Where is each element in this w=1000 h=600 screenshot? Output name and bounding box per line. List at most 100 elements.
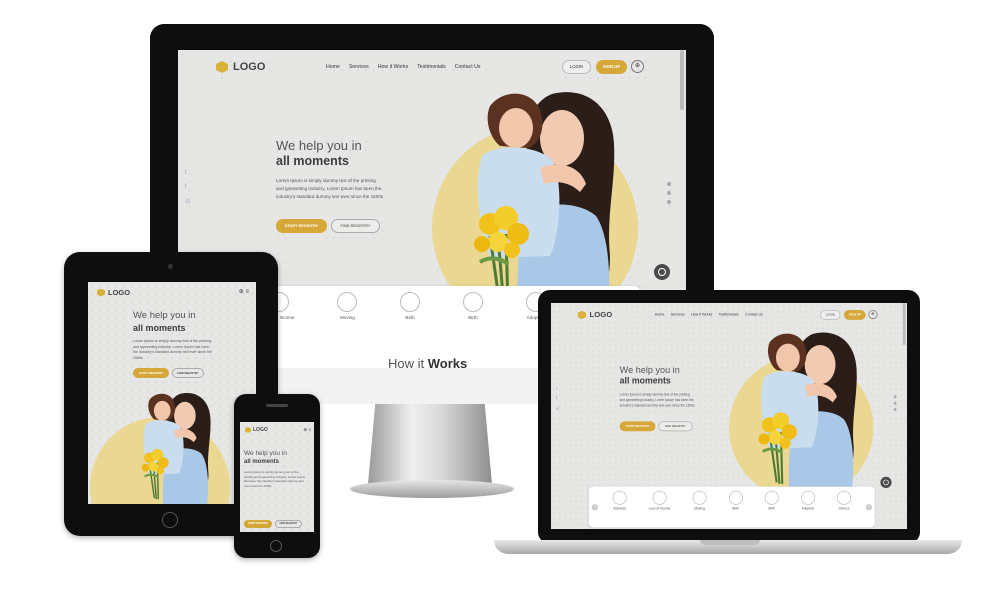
nav-contact-us[interactable]: Contact Us bbox=[745, 313, 763, 317]
website-phone: LOGO ⊕ ≡ We help you in all moments Lore… bbox=[240, 422, 314, 532]
service-item[interactable]: Birth bbox=[462, 292, 483, 320]
login-button[interactable]: LOGIN bbox=[820, 310, 841, 320]
hero-title-line1: We help you in bbox=[619, 364, 680, 376]
slider-pager bbox=[667, 182, 671, 204]
find-registry-button[interactable]: FIND REGISTRY bbox=[658, 421, 693, 432]
nav-testimonials[interactable]: Testimonials bbox=[719, 313, 739, 317]
how-it-works-heading: How it Works bbox=[388, 356, 468, 371]
pager-dot[interactable] bbox=[893, 401, 897, 405]
baby-icon bbox=[462, 292, 483, 312]
adoption-icon bbox=[800, 490, 815, 505]
signup-button[interactable]: SIGN UP bbox=[843, 310, 866, 320]
hamburger-icon[interactable]: ⊕ ≡ bbox=[239, 288, 249, 295]
social-links: t f ◎ bbox=[556, 387, 560, 412]
hero-photo bbox=[749, 328, 870, 496]
service-item[interactable]: Sickness bbox=[612, 490, 627, 510]
logo-hex-icon bbox=[97, 288, 105, 297]
hero-description: Lorem Ipsum is simply dummy text of the … bbox=[244, 470, 306, 488]
hamburger-icon[interactable]: ⊕ ≡ bbox=[303, 427, 311, 433]
signup-button[interactable]: SIGN UP bbox=[596, 60, 627, 74]
logo[interactable]: LOGO bbox=[216, 61, 265, 73]
phone-speaker bbox=[266, 404, 288, 407]
facebook-icon[interactable]: f bbox=[556, 397, 560, 401]
loss-of-income-icon bbox=[652, 490, 667, 505]
nav-home[interactable]: Home bbox=[655, 313, 665, 317]
facebook-icon[interactable]: f bbox=[185, 184, 190, 190]
start-registry-button[interactable]: START REGISTRY bbox=[619, 421, 656, 432]
nav-services[interactable]: Services bbox=[671, 313, 685, 317]
hero-title-line2: all moments bbox=[244, 459, 280, 465]
navbar: LOGO Home Services How it Works Testimon… bbox=[551, 303, 907, 331]
phone-home-button[interactable] bbox=[270, 540, 282, 552]
start-registry-button[interactable]: START REGISTRY bbox=[276, 219, 327, 233]
hero-title-line2: all moments bbox=[133, 323, 186, 333]
service-item[interactable]: Moving bbox=[337, 292, 358, 320]
service-item[interactable]: Adoption bbox=[800, 490, 815, 510]
sickness-icon bbox=[612, 490, 627, 505]
find-registry-button[interactable]: FIND REGISTRY bbox=[275, 520, 302, 528]
find-registry-button[interactable]: FIND REGISTRY bbox=[172, 368, 204, 378]
service-item[interactable]: Moving bbox=[692, 490, 707, 510]
moving-box-icon bbox=[692, 490, 707, 505]
pager-dot[interactable] bbox=[893, 408, 897, 411]
services-strip: ‹ › Sickness Loss of Income Moving Birth… bbox=[588, 486, 875, 528]
nav-menu: Home Services How it Works Testimonials … bbox=[326, 64, 480, 70]
find-registry-button[interactable]: FIND REGISTRY bbox=[331, 219, 380, 233]
chat-fab-icon[interactable] bbox=[654, 264, 670, 280]
tablet-camera bbox=[168, 264, 173, 269]
pager-dot[interactable] bbox=[667, 200, 671, 204]
hero-description: Lorem Ipsum is simply dummy text of the … bbox=[276, 178, 384, 199]
logo-hex-icon bbox=[577, 310, 587, 320]
nav-testimonials[interactable]: Testimonials bbox=[417, 64, 446, 70]
hero-title-line2: all moments bbox=[276, 154, 349, 168]
nav-home[interactable]: Home bbox=[326, 64, 340, 70]
monitor-base bbox=[350, 480, 514, 498]
phone-screen: LOGO ⊕ ≡ We help you in all moments Lore… bbox=[240, 422, 314, 532]
chat-fab-icon[interactable] bbox=[880, 476, 892, 489]
nav-services[interactable]: Services bbox=[349, 64, 369, 70]
logo[interactable]: LOGO bbox=[245, 427, 268, 433]
nav-contact-us[interactable]: Contact Us bbox=[455, 64, 481, 70]
logo[interactable]: LOGO bbox=[97, 288, 130, 297]
social-links: t f ◎ bbox=[185, 170, 190, 205]
service-item[interactable]: Divorce bbox=[837, 490, 852, 510]
hero-title-line2: all moments bbox=[619, 375, 671, 386]
cart-icon[interactable]: ⊕ bbox=[868, 310, 878, 320]
logo-hex-icon bbox=[216, 61, 228, 73]
nav-how-it-works[interactable]: How it Works bbox=[378, 64, 408, 70]
service-item[interactable]: Birth bbox=[728, 490, 743, 510]
login-button[interactable]: LOGIN bbox=[562, 60, 591, 74]
hero-title-line1: We help you in bbox=[276, 138, 362, 153]
carousel-next-icon[interactable]: › bbox=[865, 504, 872, 511]
hero-title-line1: We help you in bbox=[133, 310, 196, 321]
monitor-stand bbox=[368, 402, 492, 484]
start-registry-button[interactable]: START REGISTRY bbox=[133, 368, 169, 378]
twitter-icon[interactable]: t bbox=[185, 170, 190, 176]
birth-icon bbox=[728, 490, 743, 505]
navbar: LOGO Home Services How it Works Testimon… bbox=[178, 50, 686, 90]
pager-dot[interactable] bbox=[667, 191, 671, 195]
service-item[interactable]: Loss of Income bbox=[649, 490, 670, 510]
start-registry-button[interactable]: START REGISTRY bbox=[244, 520, 272, 528]
cart-icon[interactable]: ⊕ bbox=[631, 60, 644, 73]
slider-pager bbox=[893, 395, 897, 411]
divorce-icon bbox=[837, 490, 852, 505]
scrollbar[interactable] bbox=[680, 50, 684, 110]
pager-dot[interactable] bbox=[893, 395, 897, 399]
nav-how-it-works[interactable]: How it Works bbox=[691, 313, 712, 317]
tablet-screen: LOGO ⊕ ≡ We help you in all moments Lore… bbox=[88, 282, 256, 504]
instagram-icon[interactable]: ◎ bbox=[556, 407, 560, 411]
pager-dot[interactable] bbox=[667, 182, 671, 186]
service-item[interactable]: Birth bbox=[764, 490, 779, 510]
instagram-icon[interactable]: ◎ bbox=[185, 198, 190, 205]
hero-photo bbox=[122, 390, 232, 504]
website-tablet: LOGO ⊕ ≡ We help you in all moments Lore… bbox=[88, 282, 256, 504]
tablet-home-button[interactable] bbox=[162, 512, 178, 528]
carousel-prev-icon[interactable]: ‹ bbox=[591, 504, 598, 511]
logo[interactable]: LOGO bbox=[577, 310, 612, 320]
scrollbar[interactable] bbox=[902, 303, 906, 346]
moving-box-icon bbox=[337, 292, 358, 312]
baby-icon bbox=[764, 490, 779, 505]
service-item[interactable]: Birth bbox=[400, 292, 421, 320]
twitter-icon[interactable]: t bbox=[556, 387, 560, 391]
